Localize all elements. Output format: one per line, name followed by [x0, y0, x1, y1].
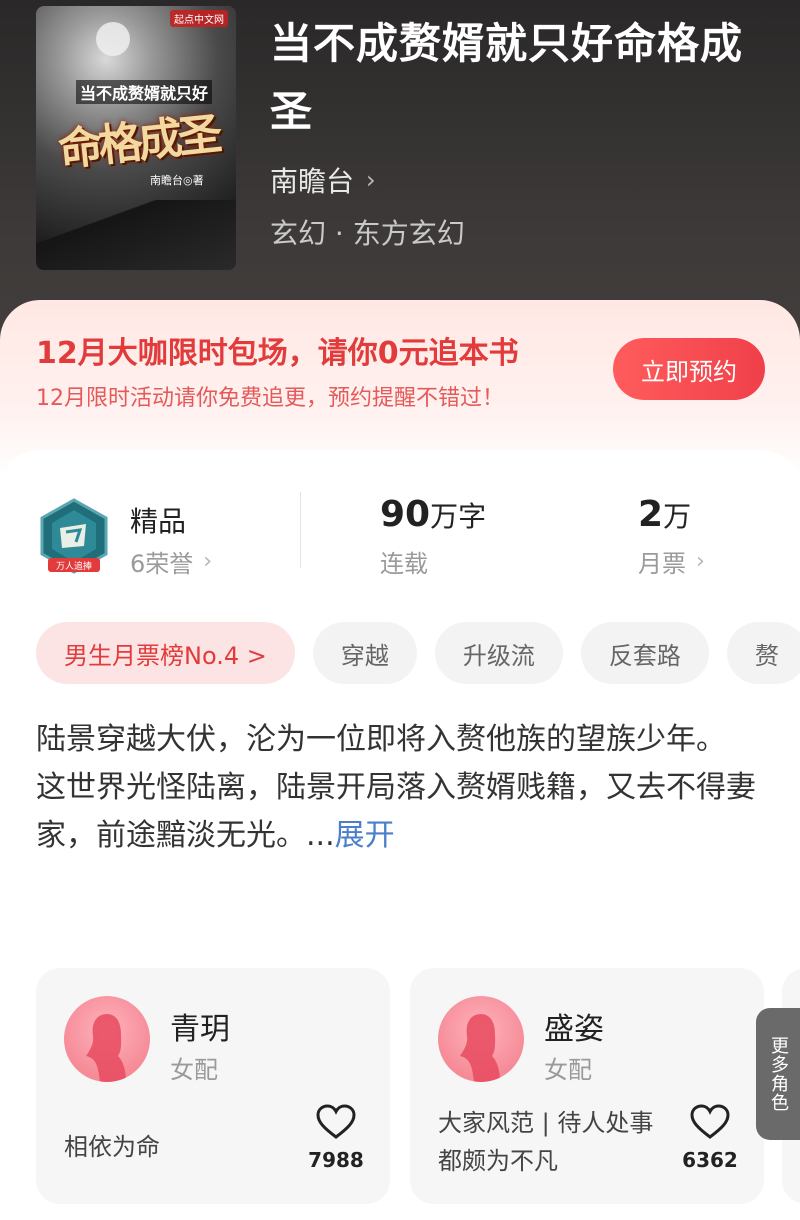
character-type: 女配: [170, 1056, 218, 1084]
cover-rock-art: [36, 200, 236, 270]
character-type: 女配: [544, 1056, 592, 1084]
tag-item[interactable]: 反套路: [580, 622, 709, 684]
character-card[interactable]: 盛姿 女配 大家风范 | 待人处事都颇为不凡 6362: [410, 968, 764, 1204]
monthly-tickets-label: 月票: [638, 550, 686, 578]
tag-item[interactable]: 赘: [726, 622, 800, 684]
chevron-right-icon: ›: [696, 549, 705, 574]
tag-rank[interactable]: 男生月票榜No.4 >: [36, 622, 295, 684]
character-description: 大家风范 | 待人处事都颇为不凡: [438, 1109, 654, 1175]
stats-row: 万人追捧 精品 6荣誉 › 90万字 连载 2万 月票 ›: [0, 490, 800, 590]
cover-title: 命格成圣: [56, 108, 221, 177]
promo-title: 12月大咖限时包场，请你0元追本书: [36, 336, 519, 371]
character-like[interactable]: 6362: [680, 1104, 740, 1172]
word-count: 90万字: [380, 494, 486, 535]
monthly-tickets-value: 2: [638, 494, 664, 535]
like-count: 7988: [308, 1148, 364, 1172]
expand-link[interactable]: 展开: [335, 818, 395, 853]
cover-brand: 起点中文网: [170, 10, 228, 27]
female-silhouette-icon: [460, 1014, 500, 1082]
book-genre: 玄幻 · 东方玄幻: [270, 217, 465, 250]
word-count-unit: 万字: [430, 500, 487, 533]
character-like[interactable]: 7988: [306, 1104, 366, 1172]
author-name: 南瞻台: [270, 165, 355, 198]
serial-status: 连载: [380, 550, 428, 578]
female-silhouette-icon: [86, 1014, 126, 1082]
stats-divider: [300, 492, 301, 568]
synopsis-text: 陆景穿越大伏，沦为一位即将入赘他族的望族少年。 这世界光怪陆离，陆景开局落入赘婿…: [36, 722, 756, 853]
character-name: 盛姿: [544, 1012, 604, 1047]
honors-link[interactable]: 6荣誉 ›: [130, 544, 212, 579]
monthly-tickets: 2万: [638, 494, 691, 535]
book-detail-panel: 万人追捧 精品 6荣誉 › 90万字 连载 2万 月票 › 男生月票榜No.4 …: [0, 450, 800, 1220]
tag-list: 男生月票榜No.4 > 穿越 升级流 反套路赘: [36, 622, 800, 684]
heart-icon: [316, 1104, 356, 1139]
chevron-right-icon: ›: [366, 166, 376, 194]
author-link[interactable]: 南瞻台 ›: [270, 160, 376, 200]
cover-author: 南瞻台◎著: [150, 174, 204, 187]
heart-icon: [690, 1104, 730, 1139]
quality-label: 精品: [130, 505, 187, 538]
honors-count: 6荣誉: [130, 550, 194, 578]
word-count-value: 90: [380, 494, 431, 535]
character-list: 青玥 女配 相依为命 7988 盛姿 女配 大家风范 | 待人处事都颇为不凡 6…: [36, 968, 800, 1208]
tag-item[interactable]: 升级流: [434, 622, 563, 684]
tag-item[interactable]: 穿越: [312, 622, 417, 684]
like-count: 6362: [682, 1148, 738, 1172]
character-avatar: [64, 996, 150, 1082]
cover-moon-art: [96, 22, 130, 56]
book-synopsis: 陆景穿越大伏，沦为一位即将入赘他族的望族少年。 这世界光怪陆离，陆景开局落入赘婿…: [36, 716, 756, 860]
character-avatar: [438, 996, 524, 1082]
book-cover[interactable]: 起点中文网 当不成赘婿就只好 命格成圣 南瞻台◎著: [36, 6, 236, 270]
chevron-right-icon: ›: [203, 549, 213, 574]
badge-label: 万人追捧: [56, 560, 92, 572]
monthly-tickets-unit: 万: [663, 500, 692, 533]
character-description: 相依为命: [64, 1133, 160, 1161]
promo-description: 12月限时活动请你免费追更，预约提醒不错过！: [36, 386, 504, 411]
monthly-tickets-link[interactable]: 月票 ›: [638, 544, 705, 579]
reserve-button[interactable]: 立即预约: [613, 338, 765, 400]
honor-badge-icon[interactable]: 万人追捧: [38, 498, 110, 578]
book-title: 当不成赘婿就只好命格成圣: [270, 19, 744, 136]
character-card[interactable]: 青玥 女配 相依为命 7988: [36, 968, 390, 1204]
character-name: 青玥: [170, 1012, 230, 1047]
more-characters-button[interactable]: 更多角色: [756, 1008, 800, 1140]
